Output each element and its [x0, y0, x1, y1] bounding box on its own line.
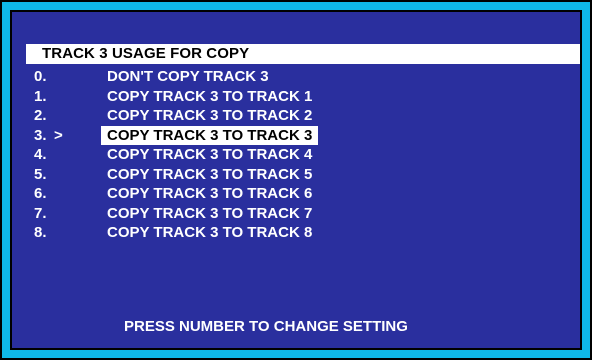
- option-label: COPY TRACK 3 TO TRACK 1: [107, 87, 313, 105]
- option-number: 7.: [34, 204, 47, 222]
- option-label: COPY TRACK 3 TO TRACK 8: [107, 224, 313, 241]
- option-number: 8.: [34, 224, 47, 241]
- option-number: 0.: [34, 68, 47, 85]
- option-number: 6.: [34, 185, 47, 202]
- option-number: 2.: [34, 107, 47, 124]
- option-label: DON'T COPY TRACK 3: [107, 68, 269, 85]
- option-label-highlighted: COPY TRACK 3 TO TRACK 3: [101, 125, 319, 145]
- instruction-text: PRESS NUMBER TO CHANGE SETTING: [124, 318, 408, 335]
- option-number: 1.: [34, 87, 47, 105]
- option-label: COPY TRACK 3 TO TRACK 4: [107, 146, 313, 163]
- option-label: COPY TRACK 3 TO TRACK 2: [107, 107, 313, 124]
- option-label: COPY TRACK 3 TO TRACK 7: [107, 204, 313, 222]
- option-number: 4.: [34, 146, 47, 163]
- menu-screen: TRACK 3 USAGE FOR COPY 0. DON'T COPY TRA…: [10, 10, 582, 350]
- device-frame: TRACK 3 USAGE FOR COPY 0. DON'T COPY TRA…: [0, 0, 592, 360]
- option-label: COPY TRACK 3 TO TRACK 5: [107, 165, 313, 183]
- option-label: COPY TRACK 3 TO TRACK 6: [107, 185, 313, 202]
- selection-cursor: >: [54, 126, 63, 144]
- menu-title: TRACK 3 USAGE FOR COPY: [26, 44, 580, 64]
- option-number: 5.: [34, 165, 47, 183]
